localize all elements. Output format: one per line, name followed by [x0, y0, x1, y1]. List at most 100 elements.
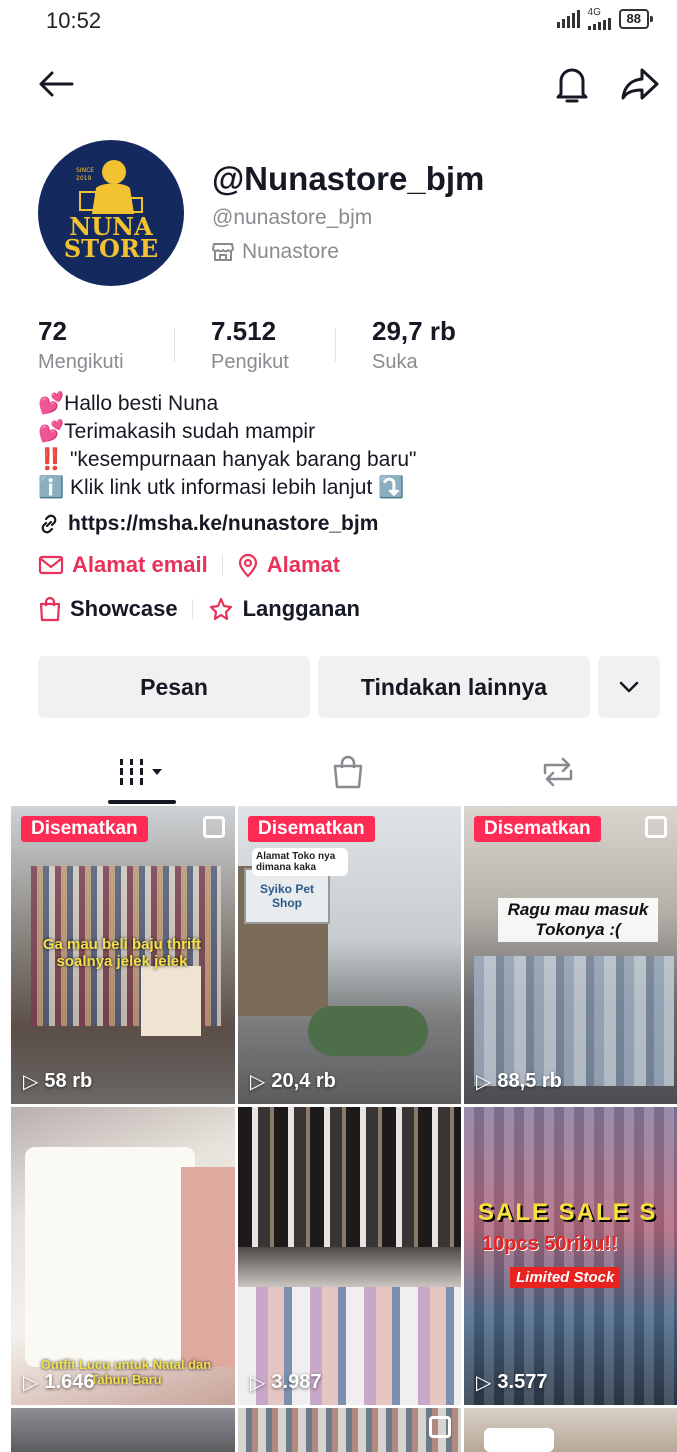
contact-row: Alamat email Alamat — [38, 552, 340, 578]
play-icon: ▷ — [23, 1071, 39, 1093]
share-icon[interactable] — [618, 64, 662, 104]
pinned-badge: Disematkan — [21, 816, 148, 842]
view-count-value: 3.577 — [497, 1371, 548, 1393]
shop-row: Showcase Langganan — [38, 596, 360, 622]
subscription-star-icon — [209, 597, 232, 621]
pinned-badge: Disematkan — [248, 816, 375, 842]
stat-likes[interactable]: 29,7 rb Suka — [336, 316, 476, 374]
message-button[interactable]: Pesan — [38, 656, 310, 718]
more-actions-button[interactable]: Tindakan lainnya — [318, 656, 590, 718]
video-thumbnail[interactable]: Outfit Lucu untuk Natal dan Tahun Baru ▷… — [11, 1107, 235, 1405]
bio-line: 💕Terimakasih sudah mampir — [38, 420, 316, 443]
stat-following[interactable]: 72 Mengikuti — [38, 316, 174, 374]
play-icon: ▷ — [250, 1372, 266, 1394]
video-thumbnail[interactable] — [11, 1408, 235, 1452]
wifi-signal-icon — [556, 10, 580, 28]
back-arrow-icon[interactable] — [36, 66, 76, 102]
bio-line: ℹ️ Klik link utk informasi lebih lanjut … — [38, 476, 405, 499]
email-label: Alamat email — [72, 552, 208, 577]
video-overlay-text: Ga mau beli baju thrift soalnya jelek je… — [42, 936, 202, 970]
colorful-clothes-image — [464, 1107, 677, 1405]
stat-label: Pengikut — [211, 351, 289, 373]
play-icon: ▷ — [23, 1372, 39, 1394]
showcase-label: Showcase — [70, 596, 178, 621]
video-thumbnail[interactable]: ▷ 3.987 — [238, 1107, 461, 1405]
view-count-value: 1.646 — [44, 1371, 95, 1393]
view-count-value: 88,5 rb — [497, 1070, 562, 1092]
top-nav — [0, 58, 677, 108]
separator — [221, 555, 223, 575]
logo-figure-icon: SINCE 2019 — [76, 160, 143, 214]
white-shirt-image — [25, 1147, 195, 1367]
status-icons: 4G 88 — [556, 7, 654, 30]
address-link[interactable]: Alamat — [237, 552, 340, 578]
multi-photo-icon — [203, 816, 225, 838]
multi-photo-icon — [645, 816, 667, 838]
active-tab-indicator — [108, 800, 176, 804]
play-icon: ▷ — [476, 1071, 492, 1093]
comment-reply-bubble — [484, 1428, 554, 1452]
sale-overlay-text: SALE SALE S — [478, 1199, 658, 1226]
video-thumbnail[interactable] — [238, 1408, 461, 1452]
view-count: ▷ 88,5 rb — [476, 1069, 562, 1094]
comment-reply-bubble: Alamat Toko nya dimana kaka — [252, 848, 348, 876]
subscription-link[interactable]: Langganan — [207, 596, 360, 622]
view-count-value: 20,4 rb — [271, 1070, 336, 1092]
logo-text-2: STORE — [63, 234, 159, 263]
shopping-bag-icon — [333, 755, 363, 789]
battery-icon: 88 — [618, 9, 654, 29]
shop-name[interactable]: Nunastore — [212, 240, 339, 264]
promo-overlay-text: 10pcs 50ribu!! — [482, 1233, 618, 1255]
location-pin-icon — [238, 553, 257, 578]
mail-icon — [38, 555, 64, 575]
notification-bell-icon[interactable] — [552, 62, 592, 106]
video-thumbnail[interactable]: SALE SALE S 10pcs 50ribu!! Limited Stock… — [464, 1107, 677, 1405]
play-icon: ▷ — [476, 1372, 492, 1394]
hanging-clothes-image — [238, 1107, 461, 1247]
video-thumbnail[interactable]: Syiko Pet Shop Disematkan Alamat Toko ny… — [238, 806, 461, 1104]
pink-garment-image — [181, 1167, 235, 1367]
profile-link-text: https://msha.ke/nunastore_bjm — [68, 512, 379, 535]
dress-image — [141, 966, 201, 1036]
email-link[interactable]: Alamat email — [38, 552, 208, 578]
shopping-bag-icon — [39, 596, 61, 622]
bio-line: ‼️ "kesempurnaan hanyak barang baru" — [38, 448, 417, 471]
video-thumbnail[interactable] — [464, 1408, 677, 1452]
stat-value: 72 — [38, 316, 67, 346]
tab-videos[interactable] — [108, 740, 176, 804]
view-count: ▷ 1.646 — [23, 1370, 94, 1395]
view-count-value: 58 rb — [44, 1070, 93, 1092]
status-time: 10:52 — [46, 8, 102, 33]
svg-text:SINCE: SINCE — [76, 167, 94, 174]
showcase-link[interactable]: Showcase — [38, 596, 178, 622]
tab-shop[interactable] — [318, 740, 378, 804]
view-count: ▷ 20,4 rb — [250, 1069, 336, 1094]
avatar[interactable]: SINCE 2019 NUNA STORE — [38, 140, 184, 286]
subscription-label: Langganan — [242, 596, 360, 621]
chevron-down-icon — [619, 681, 639, 693]
tab-reposts[interactable] — [528, 740, 588, 804]
pinned-badge: Disematkan — [474, 816, 601, 842]
network-type: 4G — [587, 7, 601, 18]
profile-username: @Nunastore_bjm — [212, 160, 485, 197]
separator — [191, 599, 193, 619]
stat-followers[interactable]: 7.512 Pengikut — [175, 316, 335, 374]
stat-label: Suka — [372, 351, 418, 373]
profile-stats: 72 Mengikuti 7.512 Pengikut 29,7 rb Suka — [38, 316, 476, 374]
bio-line: 💕Hallo besti Nuna — [38, 392, 219, 415]
profile-handle: @nunastore_bjm — [212, 206, 373, 229]
view-count: ▷ 3.577 — [476, 1370, 547, 1395]
stat-value: 29,7 rb — [372, 316, 456, 346]
video-thumbnail[interactable]: Disematkan Ga mau beli baju thrift soaln… — [11, 806, 235, 1104]
shorts-display-image — [474, 956, 674, 1086]
video-thumbnail[interactable]: Disematkan Ragu mau masuk Tokonya :( ▷ 88… — [464, 806, 677, 1104]
trees-image — [308, 1006, 428, 1056]
cell-signal-icon — [587, 18, 611, 30]
svg-text:2019: 2019 — [76, 175, 91, 182]
link-icon — [41, 514, 57, 534]
limited-stock-badge: Limited Stock — [510, 1267, 621, 1288]
play-icon: ▷ — [250, 1071, 266, 1093]
profile-link[interactable]: https://msha.ke/nunastore_bjm — [38, 512, 378, 536]
expand-dropdown-button[interactable] — [598, 656, 660, 718]
view-count: ▷ 3.987 — [250, 1370, 321, 1395]
